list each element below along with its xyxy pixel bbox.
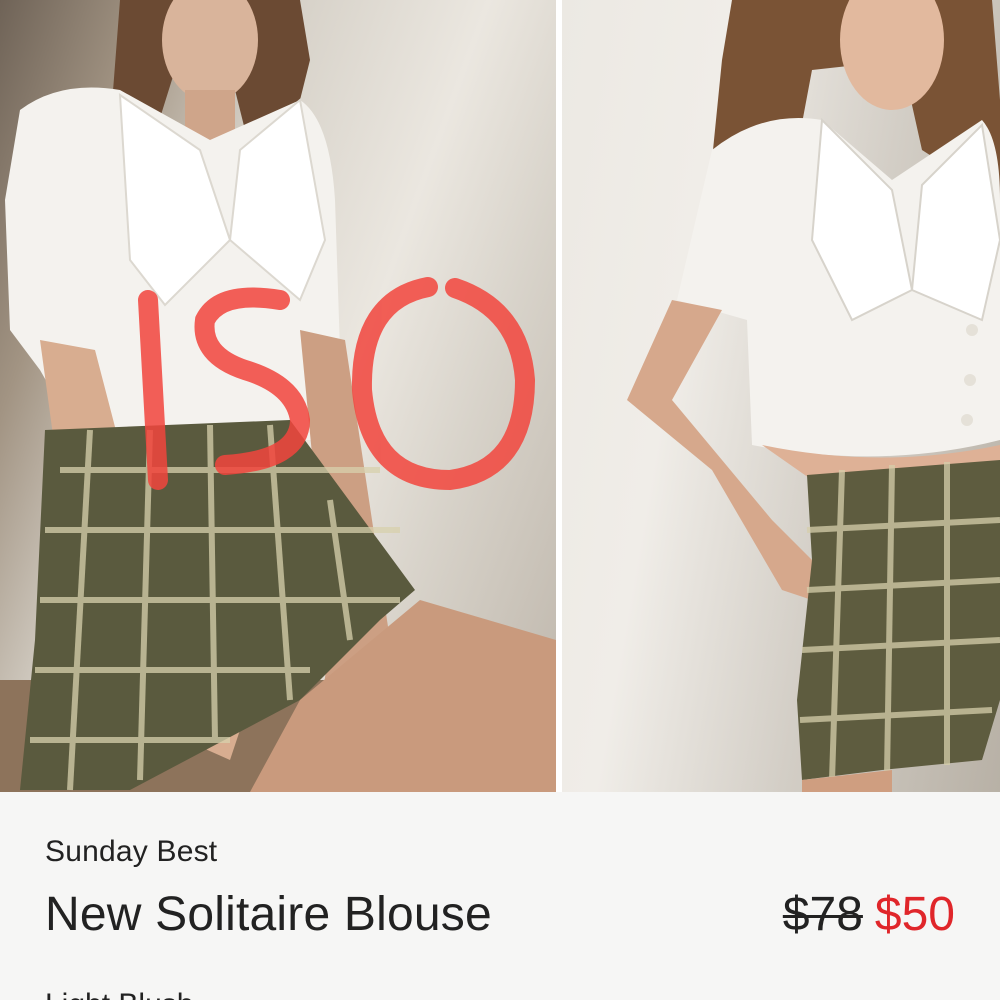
product-info: Sunday Best New Solitaire Blouse $78 $50 …: [0, 792, 1000, 1000]
product-photo-2[interactable]: [562, 0, 1000, 792]
product-photo-1-illustration: [0, 0, 556, 792]
product-page: Sunday Best New Solitaire Blouse $78 $50 …: [0, 0, 1000, 1000]
price-group: $78 $50: [783, 887, 955, 943]
sale-price: $50: [874, 888, 955, 941]
product-photo-1[interactable]: [0, 0, 556, 792]
original-price: $78: [782, 888, 863, 941]
product-title: New Solitaire Blouse: [45, 888, 492, 941]
product-photo-2-illustration: [627, 0, 1000, 792]
product-image-gallery[interactable]: [0, 0, 1000, 792]
product-color: Light Blush: [45, 988, 193, 1000]
brand-name[interactable]: Sunday Best: [45, 835, 217, 869]
